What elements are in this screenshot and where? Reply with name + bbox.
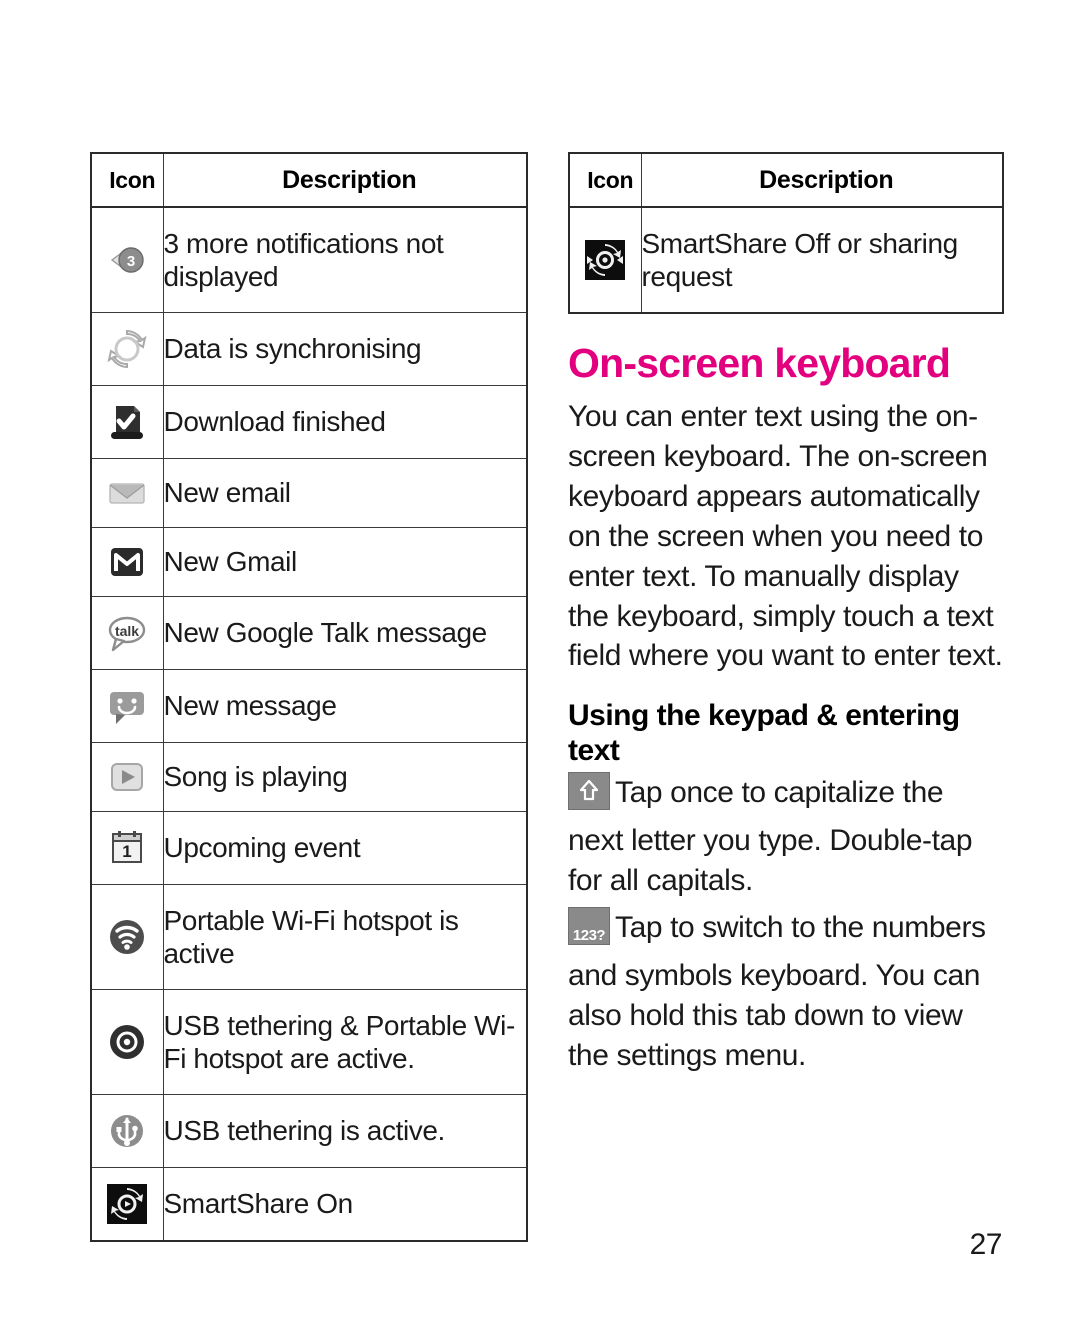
right-icon-table: Icon Description SmartShare Off or shari… xyxy=(568,152,1004,314)
description-cell: 3 more notifications not displayed xyxy=(162,206,528,313)
table-header-row: Icon Description xyxy=(90,152,528,208)
header-label-icon: Icon xyxy=(587,166,634,193)
icon-cell: talk xyxy=(90,596,164,670)
shift-key-icon xyxy=(568,772,610,811)
icon-cell xyxy=(90,527,164,597)
table-row: Data is synchronising xyxy=(90,312,528,386)
intro-paragraph: You can enter text using the on-screen k… xyxy=(568,400,1003,673)
header-label-icon: Icon xyxy=(109,166,156,193)
header-label-description: Description xyxy=(282,165,417,194)
usb-tethering-icon xyxy=(104,1108,150,1154)
download-finished-icon xyxy=(104,399,150,445)
description-cell: USB tethering is active. xyxy=(162,1094,528,1168)
left-icon-table: Icon Description 3 3 more notifications … xyxy=(90,152,528,1242)
notifications-more-icon: 3 xyxy=(104,237,150,283)
icon-cell xyxy=(90,742,164,812)
description-cell: Upcoming event xyxy=(162,811,528,885)
icon-cell xyxy=(90,385,164,459)
icon-cell xyxy=(90,1094,164,1168)
table-row: USB tethering is active. xyxy=(90,1094,528,1168)
header-cell-icon: Icon xyxy=(90,152,164,208)
icon-cell xyxy=(90,312,164,386)
icon-cell xyxy=(90,884,164,990)
icon-cell xyxy=(90,989,164,1095)
table-row: 3 3 more notifications not displayed xyxy=(90,206,528,313)
new-gmail-icon xyxy=(104,539,150,585)
header-cell-description: Description xyxy=(640,152,1004,208)
google-talk-icon: talk xyxy=(104,610,150,656)
icon-cell: 1 xyxy=(90,811,164,885)
icon-cell xyxy=(90,669,164,743)
table-row: New email xyxy=(90,458,528,528)
table-row: Song is playing xyxy=(90,742,528,812)
description-cell: SmartShare On xyxy=(162,1167,528,1242)
table-row: 1 Upcoming event xyxy=(90,811,528,885)
shift-key-paragraph: Tap once to capitalize the next letter y… xyxy=(568,772,1004,901)
svg-text:1: 1 xyxy=(123,842,132,861)
usb-tether-hotspot-icon xyxy=(104,1019,150,1065)
table-row: New message xyxy=(90,669,528,743)
right-table-body: SmartShare Off or sharing request xyxy=(568,206,1004,314)
sync-icon xyxy=(104,326,150,372)
table-row: Download finished xyxy=(90,385,528,459)
description-cell: New Google Talk message xyxy=(162,596,528,670)
description-cell: USB tethering & Portable Wi-Fi hotspot a… xyxy=(162,989,528,1095)
icon-cell xyxy=(90,458,164,528)
table-row: SmartShare Off or sharing request xyxy=(568,206,1004,314)
description-cell: Download finished xyxy=(162,385,528,459)
header-cell-icon: Icon xyxy=(568,152,642,208)
page-number: 27 xyxy=(969,1228,1003,1261)
right-column: Icon Description SmartShare Off or shari… xyxy=(568,152,1004,1082)
symbols-key-paragraph: 123? Tap to switch to the numbers and sym… xyxy=(568,907,1004,1076)
upcoming-event-icon: 1 xyxy=(104,825,150,871)
icon-cell: 3 xyxy=(90,206,164,313)
icon-cell xyxy=(90,1167,164,1242)
description-cell: SmartShare Off or sharing request xyxy=(640,206,1004,314)
description-cell: Portable Wi-Fi hotspot is active xyxy=(162,884,528,990)
header-label-description: Description xyxy=(759,165,894,194)
symbols-key-cap: 123? xyxy=(568,907,610,956)
table-row: Portable Wi-Fi hotspot is active xyxy=(90,884,528,990)
manual-page: Icon Description 3 3 more notifications … xyxy=(0,0,1080,1333)
description-cell: Data is synchronising xyxy=(162,312,528,386)
shift-key-cap xyxy=(568,772,610,821)
description-cell: New email xyxy=(162,458,528,528)
symbols-key-icon: 123? xyxy=(568,907,610,946)
description-cell: New message xyxy=(162,669,528,743)
table-row: USB tethering & Portable Wi-Fi hotspot a… xyxy=(90,989,528,1095)
svg-text:3: 3 xyxy=(127,253,135,270)
header-cell-description: Description xyxy=(162,152,528,208)
smartshare-off-icon xyxy=(582,237,628,283)
new-email-icon xyxy=(104,470,150,516)
icon-cell xyxy=(568,206,642,314)
shift-key-text: Tap once to capitalize the next letter y… xyxy=(568,776,973,898)
table-row: talk New Google Talk message xyxy=(90,596,528,670)
wifi-hotspot-icon xyxy=(104,914,150,960)
symbols-key-label: 123? xyxy=(572,927,606,945)
song-playing-icon xyxy=(104,754,150,800)
table-header-row: Icon Description xyxy=(568,152,1004,208)
section-heading: On-screen keyboard xyxy=(568,340,951,386)
symbols-key-text: Tap to switch to the numbers and symbols… xyxy=(568,911,986,1072)
description-cell: New Gmail xyxy=(162,527,528,597)
svg-text:talk: talk xyxy=(115,623,139,639)
table-row: SmartShare On xyxy=(90,1167,528,1242)
smartshare-on-icon xyxy=(104,1181,150,1227)
left-table-body: 3 3 more notifications not displayed Dat… xyxy=(90,206,528,1242)
table-row: New Gmail xyxy=(90,527,528,597)
subsection-heading: Using the keypad & entering text xyxy=(568,699,960,768)
description-cell: Song is playing xyxy=(162,742,528,812)
new-message-icon xyxy=(104,683,150,729)
left-column: Icon Description 3 3 more notifications … xyxy=(90,152,528,1242)
